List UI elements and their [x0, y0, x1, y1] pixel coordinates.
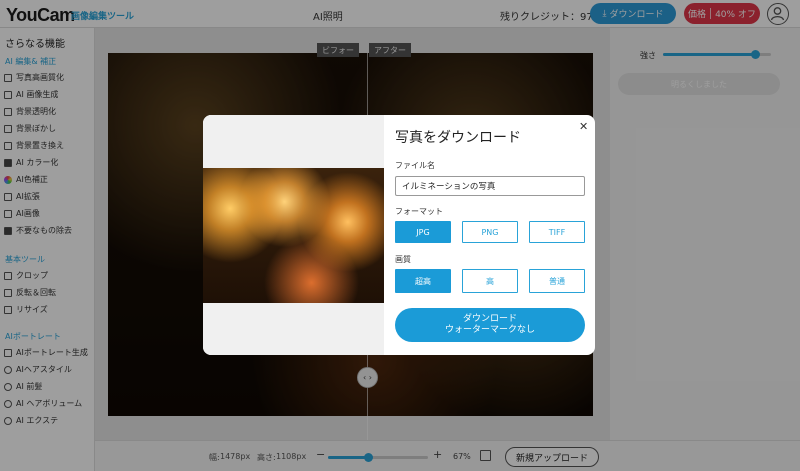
- download-label: ダウンロード: [462, 314, 517, 324]
- preview-panel: [203, 115, 384, 355]
- close-icon[interactable]: ✕: [579, 120, 588, 133]
- filename-input[interactable]: [395, 176, 585, 196]
- quality-label: 画質: [395, 255, 411, 264]
- format-png-button[interactable]: PNG: [462, 221, 518, 243]
- format-tiff-button[interactable]: TIFF: [529, 221, 585, 243]
- filename-label: ファイル名: [395, 161, 435, 170]
- no-watermark-label: ウォーターマークなし: [444, 325, 535, 335]
- dialog-title: 写真をダウンロード: [395, 130, 521, 146]
- quality-high-button[interactable]: 高: [462, 269, 518, 293]
- quality-normal-button[interactable]: 普通: [529, 269, 585, 293]
- quality-ultra-button[interactable]: 超高: [395, 269, 451, 293]
- download-no-watermark-button[interactable]: ダウンロード ウォーターマークなし: [395, 308, 585, 342]
- preview-image: [203, 168, 384, 303]
- format-jpg-button[interactable]: JPG: [395, 221, 451, 243]
- format-label: フォーマット: [395, 207, 443, 216]
